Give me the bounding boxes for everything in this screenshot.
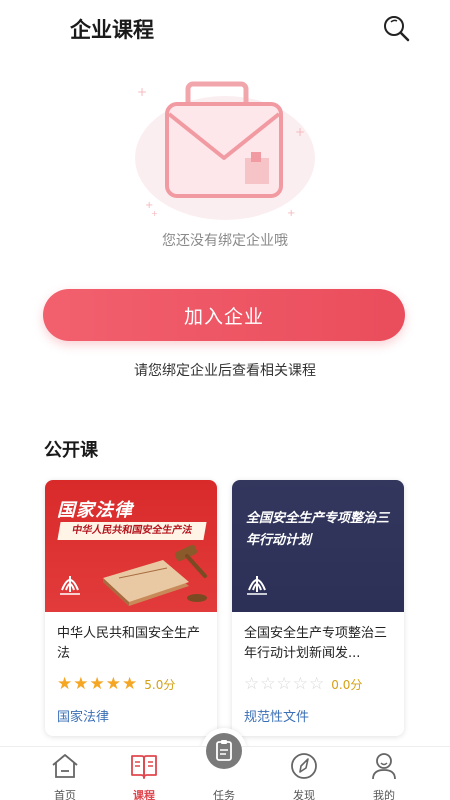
tab-label: 发现 [293,789,315,800]
compass-icon [291,753,317,779]
course-thumbnail: 全国安全生产专项整治三年行动计划 [232,480,404,612]
tab-courses[interactable]: 课程 [104,747,184,800]
svg-text:+: + [287,208,295,219]
tab-discover[interactable]: 发现 [264,747,344,800]
star-icon: ☆ [276,674,292,694]
star-icon: ★ [122,674,138,694]
empty-state: + + + + + 您还没有绑定企业哦 加入企业 请您绑定企业后查看相关课程 [0,54,450,404]
publisher-logo-icon [60,576,80,595]
rating-stars: ☆ ☆ ☆ ☆ ☆ 0.0分 [244,674,362,694]
briefcase-illustration: + + + + + [135,81,315,220]
star-icon: ☆ [309,674,325,694]
law-book-gavel-illustration [103,544,207,606]
svg-text:+: + [295,125,305,139]
book-icon [131,755,157,779]
bind-hint: 请您绑定企业后查看相关课程 [134,363,316,379]
star-icon: ★ [57,674,73,694]
course-card[interactable]: 全国安全生产专项整治三年行动计划 全国安全生产专项整治三年行动计划新闻发... … [232,480,404,736]
tab-label: 首页 [54,789,76,800]
tab-label: 任务 [213,789,235,800]
app-header: 企业课程 [0,0,450,54]
star-icon: ☆ [292,674,308,694]
thumb-banner: 中华人民共和国安全生产法 [57,522,207,540]
star-icon: ☆ [244,674,260,694]
thumb-heading: 全国安全生产专项整治三年行动计划 [246,511,390,548]
search-button[interactable] [380,12,412,44]
join-enterprise-button[interactable]: 加入企业 [43,289,405,341]
course-card[interactable]: 国家法律 中华人民共和国安全生产法 中华人民共和国安全生产法 ★ ★ ★ ★ ★… [45,480,217,736]
section-title-public-courses: 公开课 [44,440,98,461]
star-icon: ☆ [260,674,276,694]
clipboard-icon [216,740,232,761]
user-icon [372,753,396,780]
tab-label: 课程 [133,789,155,800]
page-title: 企业课程 [70,18,154,42]
thumb-heading: 国家法律 [57,500,133,521]
publisher-logo-icon [247,576,267,595]
star-icon: ★ [105,674,121,694]
star-icon: ★ [73,674,89,694]
rating-stars: ★ ★ ★ ★ ★ 5.0分 [57,674,175,694]
rating-score: 5.0分 [144,677,176,692]
svg-text:+: + [151,209,158,218]
empty-message: 您还没有绑定企业哦 [162,233,288,249]
tab-mine[interactable]: 我的 [344,747,424,800]
star-icon: ★ [89,674,105,694]
course-title: 全国安全生产专项整治三年行动计划新闻发... [244,626,388,661]
svg-text:+: + [137,85,147,99]
course-category-tag[interactable]: 规范性文件 [244,706,309,725]
course-category-tag[interactable]: 国家法律 [57,706,109,725]
tab-home[interactable]: 首页 [25,747,105,800]
course-thumbnail: 国家法律 中华人民共和国安全生产法 [45,480,217,612]
tab-label: 我的 [373,789,395,800]
search-icon [384,16,410,42]
course-title: 中华人民共和国安全生产法 [57,626,201,661]
task-center-button[interactable] [206,733,242,769]
rating-score: 0.0分 [331,677,363,692]
home-icon [52,754,78,778]
